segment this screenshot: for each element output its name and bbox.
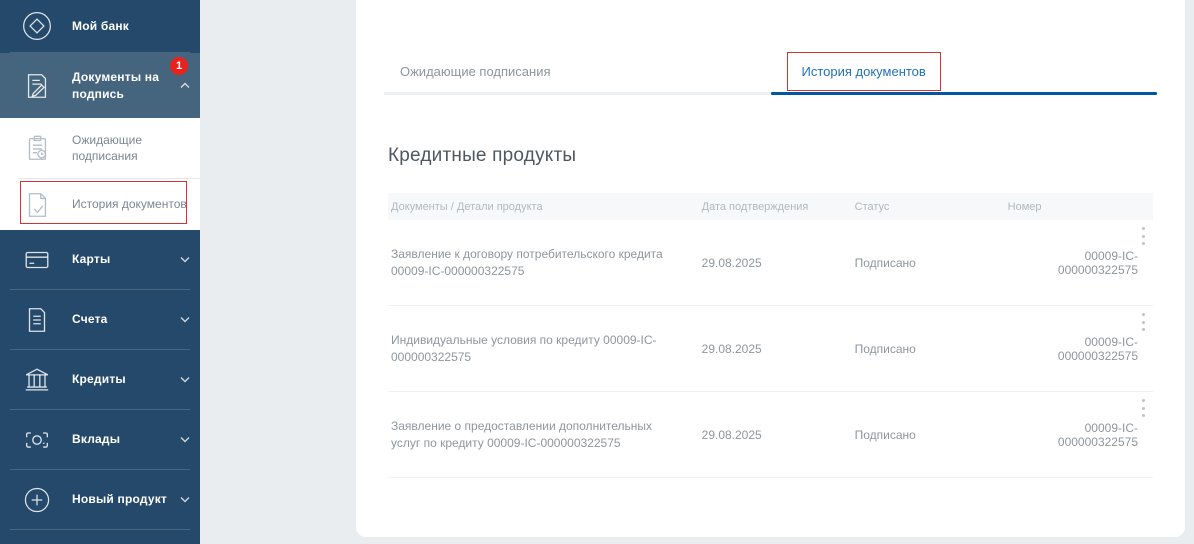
sidebar-item-credits[interactable]: Кредиты bbox=[0, 350, 200, 409]
sidebar-item-label: История документов bbox=[72, 197, 187, 212]
sidebar-item-deposits[interactable]: Вклады bbox=[0, 410, 200, 469]
sidebar: Мой банк Документы на подпись 1 Ожидающи… bbox=[0, 0, 200, 544]
sidebar-item-accounts[interactable]: Счета bbox=[0, 290, 200, 349]
row-menu-kebab-icon[interactable] bbox=[1136, 313, 1150, 331]
accounts-icon bbox=[20, 303, 54, 337]
tab-pending-signing[interactable]: Ожидающие подписания bbox=[384, 48, 771, 95]
document-number: 00009-IC-000000322575 bbox=[1057, 248, 1138, 277]
confirmation-date: 29.08.2025 bbox=[701, 255, 762, 270]
sidebar-item-my-bank[interactable]: Мой банк bbox=[0, 0, 200, 52]
row-menu-kebab-icon[interactable] bbox=[1136, 399, 1150, 417]
sidebar-item-label: Кредиты bbox=[72, 372, 126, 387]
sidebar-item-label: Ожидающие подписания bbox=[72, 132, 142, 163]
sidebar-item-pending-signing[interactable]: Ожидающие подписания bbox=[0, 118, 200, 178]
tab-label: История документов bbox=[786, 52, 941, 91]
tab-label: Ожидающие подписания bbox=[400, 64, 551, 79]
sidebar-item-label: Новый продукт bbox=[72, 492, 168, 507]
deposits-icon bbox=[20, 423, 54, 457]
sidebar-item-label: Документы на подпись bbox=[72, 70, 160, 101]
table-row: Заявление к договору потребительского кр… bbox=[388, 220, 1153, 306]
chevron-down-icon bbox=[180, 376, 190, 383]
document-number: 00009-IC-000000322575 bbox=[1057, 420, 1138, 449]
notification-badge: 1 bbox=[170, 57, 188, 75]
table-row: Заявление о предоставлении дополнительны… bbox=[388, 392, 1153, 478]
sidebar-item-document-history[interactable]: История документов bbox=[0, 179, 200, 230]
column-header-number: Номер bbox=[1007, 200, 1042, 213]
document-title: Заявление о предоставлении дополнительны… bbox=[391, 418, 653, 450]
clipboard-clock-icon bbox=[20, 131, 54, 165]
new-product-icon bbox=[20, 483, 54, 517]
sidebar-item-documents-to-sign[interactable]: Документы на подпись 1 bbox=[0, 53, 200, 118]
bank-logo-icon bbox=[20, 9, 54, 43]
sidebar-item-label: Карты bbox=[72, 252, 111, 267]
document-check-icon bbox=[20, 188, 54, 222]
column-header-status: Статус bbox=[854, 200, 890, 213]
tab-document-history[interactable]: История документов bbox=[770, 48, 1158, 95]
document-title: Индивидуальные условия по кредиту 00009-… bbox=[391, 332, 657, 364]
tab-bar: Ожидающие подписания История документов bbox=[384, 48, 1157, 95]
column-header-date: Дата подтверждения bbox=[701, 200, 809, 213]
sidebar-item-label: Счета bbox=[72, 312, 108, 327]
confirmation-date: 29.08.2025 bbox=[701, 427, 762, 442]
chevron-down-icon bbox=[180, 436, 190, 443]
table-header-row: Документы / Детали продукта Дата подтвер… bbox=[388, 193, 1153, 220]
sidebar-submenu: Ожидающие подписания История документов bbox=[0, 118, 200, 230]
divider bbox=[10, 529, 190, 530]
document-number: 00009-IC-000000322575 bbox=[1057, 334, 1138, 363]
status-value: Подписано bbox=[854, 341, 916, 356]
chevron-down-icon bbox=[180, 256, 190, 263]
content-card: Ожидающие подписания История документов … bbox=[356, 0, 1185, 537]
credits-icon bbox=[20, 363, 54, 397]
document-sign-icon bbox=[20, 69, 54, 103]
section-title: Кредитные продукты bbox=[388, 145, 577, 166]
sidebar-item-new-product[interactable]: Новый продукт bbox=[0, 470, 200, 529]
status-value: Подписано bbox=[854, 427, 916, 442]
row-menu-kebab-icon[interactable] bbox=[1136, 227, 1150, 245]
sidebar-item-label: Вклады bbox=[72, 432, 121, 447]
status-value: Подписано bbox=[854, 255, 916, 270]
sidebar-item-label: Мой банк bbox=[72, 18, 129, 33]
cards-icon bbox=[20, 243, 54, 277]
table-row: Индивидуальные условия по кредиту 00009-… bbox=[388, 306, 1153, 392]
document-title: Заявление к договору потребительского кр… bbox=[391, 246, 663, 278]
sidebar-item-cards[interactable]: Карты bbox=[0, 230, 200, 289]
chevron-down-icon bbox=[180, 316, 190, 323]
chevron-down-icon bbox=[180, 496, 190, 503]
column-header-documents: Документы / Детали продукта bbox=[391, 200, 543, 213]
credit-products-table: Документы / Детали продукта Дата подтвер… bbox=[388, 193, 1153, 478]
confirmation-date: 29.08.2025 bbox=[701, 341, 762, 356]
chevron-up-icon bbox=[180, 82, 190, 89]
